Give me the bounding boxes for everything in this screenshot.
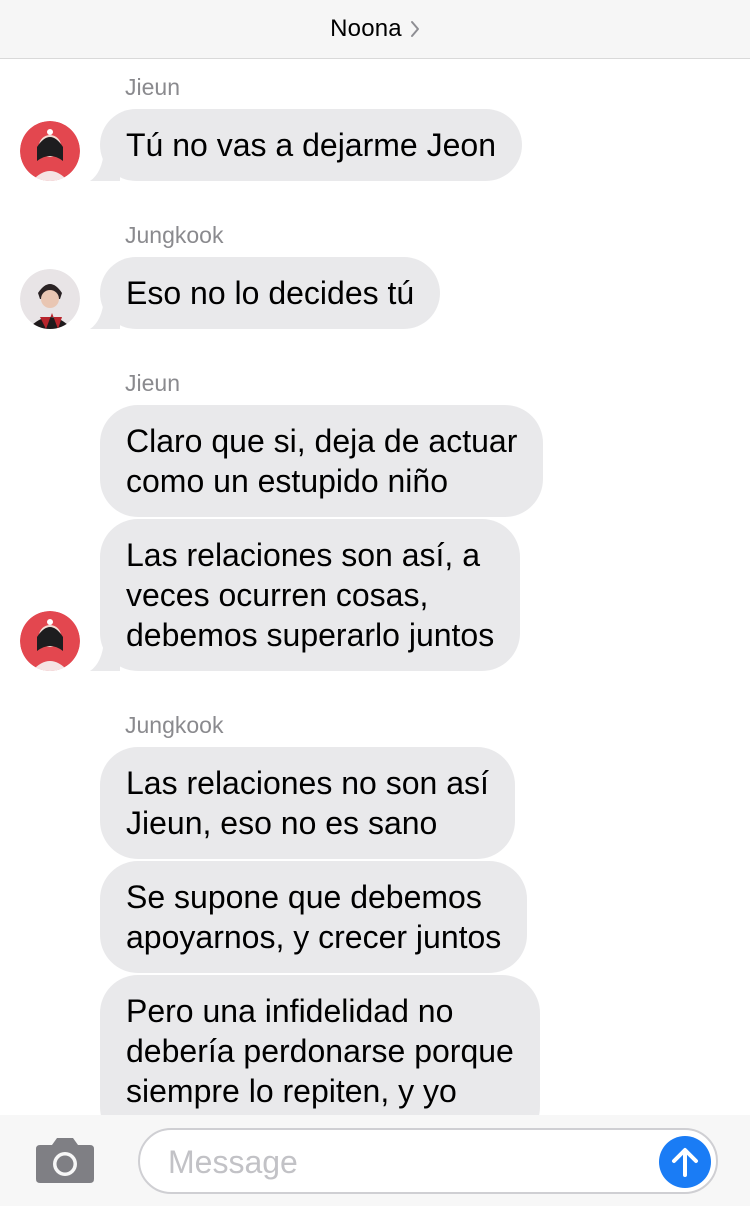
avatar[interactable]: [20, 269, 80, 329]
message-text: Claro que si, deja de actuar como un est…: [126, 423, 518, 499]
bubble-tail: [90, 151, 120, 181]
avatar[interactable]: [20, 611, 80, 671]
arrow-up-icon: [672, 1148, 698, 1177]
message-thread[interactable]: Jieun Tú no vas a dejarme Jeon Jungkook …: [0, 59, 750, 1115]
sender-name: Jungkook: [125, 222, 224, 248]
message-text: Pero una infidelidad no debería perdonar…: [126, 993, 514, 1109]
bubble-tail: [90, 641, 120, 671]
avatar[interactable]: [20, 121, 80, 181]
bubble-tail: [90, 299, 120, 329]
message-text: Se supone que debemos apoyarnos, y crece…: [126, 879, 502, 955]
compose-bar: [0, 1115, 750, 1206]
send-button[interactable]: [659, 1136, 711, 1188]
message-bubble[interactable]: Tú no vas a dejarme Jeon: [100, 109, 522, 181]
chevron-right-icon[interactable]: [410, 20, 420, 38]
camera-icon[interactable]: [34, 1135, 96, 1185]
message-bubble[interactable]: Eso no lo decides tú: [100, 257, 441, 329]
message-text: Eso no lo decides tú: [126, 275, 415, 311]
message-bubble[interactable]: Las relaciones son así, a veces ocurren …: [100, 519, 521, 671]
sender-name: Jungkook: [125, 712, 224, 738]
message-bubble[interactable]: Pero una infidelidad no debería perdonar…: [100, 975, 540, 1115]
contact-name[interactable]: Noona: [330, 15, 402, 43]
message-input[interactable]: [166, 1140, 640, 1184]
message-text: Tú no vas a dejarme Jeon: [126, 127, 496, 163]
sender-name: Jieun: [125, 74, 180, 100]
sender-name: Jieun: [125, 370, 180, 396]
message-bubble[interactable]: Claro que si, deja de actuar como un est…: [100, 405, 544, 517]
message-bubble[interactable]: Las relaciones no son así Jieun, eso no …: [100, 747, 515, 859]
message-field[interactable]: [138, 1128, 718, 1194]
message-text: Las relaciones son así, a veces ocurren …: [126, 537, 495, 653]
message-text: Las relaciones no son así Jieun, eso no …: [126, 765, 489, 841]
message-bubble[interactable]: Se supone que debemos apoyarnos, y crece…: [100, 861, 528, 973]
conversation-header[interactable]: Noona: [0, 0, 750, 59]
